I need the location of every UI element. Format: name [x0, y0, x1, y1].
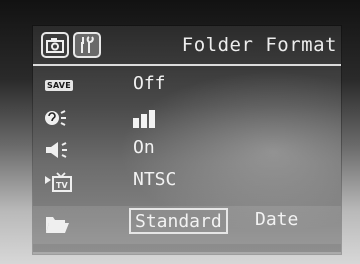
- menu-row-speaker[interactable]: On: [33, 136, 341, 166]
- camera-icon: [46, 38, 64, 53]
- menu-header: Folder Format: [33, 26, 341, 64]
- save-value: Off: [133, 73, 166, 94]
- option-standard[interactable]: Standard: [129, 208, 228, 234]
- camera-lcd-menu: Folder Format SAVE Off On TV NTSC Standa…: [33, 26, 341, 254]
- level-bar-2: [141, 114, 147, 128]
- speaker-icon: [43, 139, 73, 161]
- menu-bottom-divider: [33, 252, 341, 254]
- volume-level-bars: [133, 110, 155, 128]
- tv-output-value: NTSC: [133, 169, 177, 190]
- header-divider: [33, 64, 341, 66]
- menu-title: Folder Format: [181, 34, 337, 56]
- level-bar-1: [133, 118, 139, 128]
- sound-volume-icon: [43, 107, 73, 129]
- option-date[interactable]: Date: [251, 208, 302, 234]
- folder-icon: [43, 213, 73, 235]
- save-icon: SAVE: [45, 80, 73, 91]
- menu-row-tv-output[interactable]: TV NTSC: [33, 168, 341, 198]
- tab-setup[interactable]: [73, 32, 101, 58]
- menu-row-folder-format[interactable]: Standard Date: [33, 206, 341, 244]
- tv-output-icon: TV: [43, 171, 73, 193]
- tab-camera[interactable]: [41, 32, 69, 58]
- svg-text:TV: TV: [56, 181, 68, 190]
- speaker-value: On: [133, 137, 155, 158]
- menu-row-save[interactable]: SAVE Off: [33, 72, 341, 102]
- menu-row-volume[interactable]: [33, 104, 341, 134]
- setup-tools-icon: [81, 36, 94, 53]
- level-bar-3: [149, 110, 155, 128]
